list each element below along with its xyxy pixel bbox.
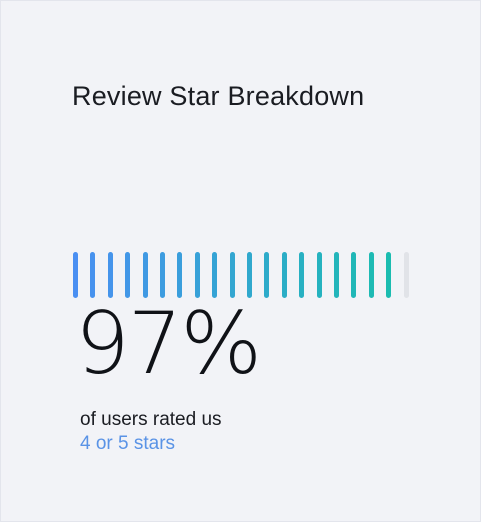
meter-tick-filled xyxy=(194,252,200,298)
meter-tick-filled xyxy=(368,252,374,298)
card-title: Review Star Breakdown xyxy=(72,81,365,111)
rating-meter xyxy=(73,252,413,298)
meter-tick-filled xyxy=(107,252,113,298)
meter-tick-filled xyxy=(90,252,96,298)
caption-text: of users rated us xyxy=(80,409,222,430)
meter-tick-filled xyxy=(160,252,165,298)
meter-tick-filled xyxy=(264,252,270,298)
meter-tick-filled xyxy=(229,252,235,298)
highlight-text: 4 or 5 stars xyxy=(80,433,176,454)
meter-tick-filled xyxy=(125,252,131,298)
meter-tick-filled xyxy=(73,252,78,298)
meter-tick-filled xyxy=(177,252,183,298)
meter-tick-filled xyxy=(299,252,305,298)
meter-tick-filled xyxy=(142,252,148,298)
meter-tick-filled xyxy=(212,252,218,298)
meter-tick-filled xyxy=(334,252,339,298)
review-breakdown-card: Review Star Breakdown 97% of users rated… xyxy=(0,0,481,522)
meter-tick-filled xyxy=(316,252,322,298)
meter-tick-empty xyxy=(403,252,409,298)
meter-tick-filled xyxy=(247,252,252,298)
meter-tick-filled xyxy=(351,252,357,298)
percentage-value: 97% xyxy=(75,294,262,394)
meter-tick-filled xyxy=(281,252,287,298)
meter-tick-filled xyxy=(386,252,392,298)
